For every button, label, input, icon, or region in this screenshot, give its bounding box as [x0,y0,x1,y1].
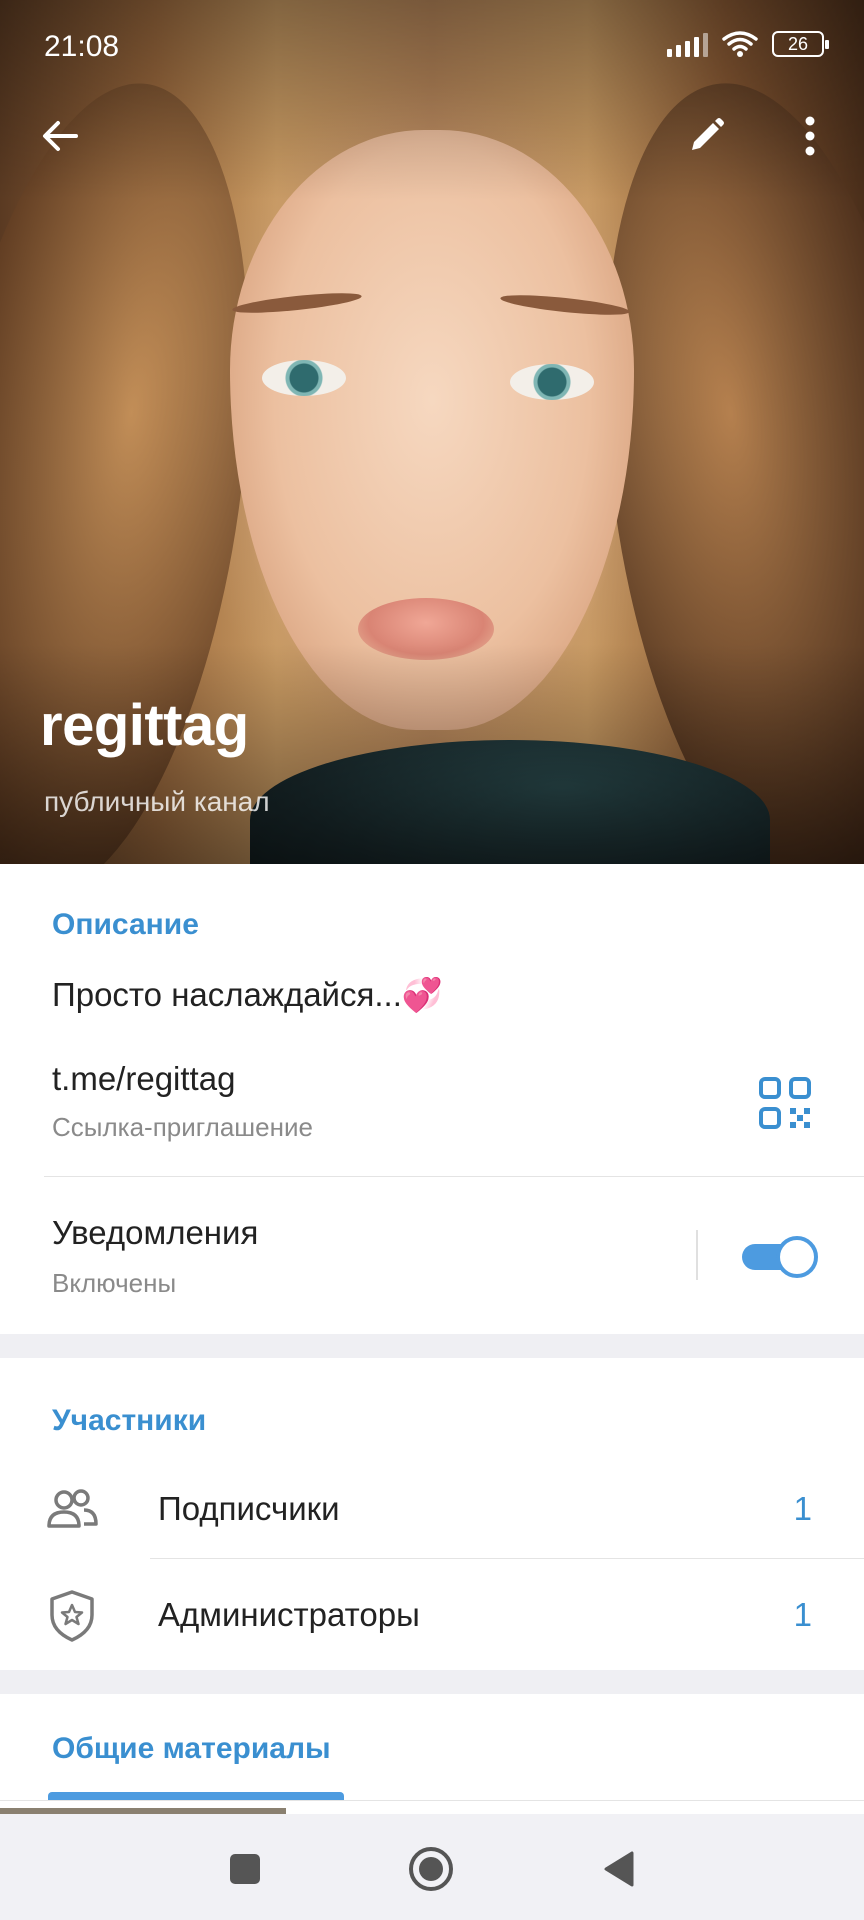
divider [0,1800,864,1801]
more-vertical-icon [805,116,815,156]
qr-code-icon [759,1077,811,1129]
more-options-button[interactable] [778,104,842,168]
invite-link-label: Ссылка-приглашение [52,1112,313,1142]
shared-media-title: Общие материалы [52,1732,331,1765]
description-section-title: Описание [52,908,199,941]
square-icon [230,1854,260,1884]
notifications-label: Уведомления [52,1214,259,1251]
divider [150,1558,864,1559]
people-icon [44,1482,100,1538]
members-section: Участники Подписчики 1 Администраторы 1 [0,1358,864,1670]
channel-type: публичный канал [44,786,270,817]
info-section: Описание Просто наслаждайся...💞 t.me/reg… [0,864,864,1334]
home-button[interactable] [404,1842,458,1896]
administrators-count: 1 [793,1596,812,1633]
edit-button[interactable] [674,104,738,168]
admin-shield-icon [44,1588,100,1644]
arrow-left-icon [43,121,78,151]
subscribers-label: Подписчики [158,1490,340,1527]
qr-code-button[interactable] [758,1076,812,1130]
status-bar: 21:08 26 [0,0,864,92]
photo-eye-left [262,360,346,396]
triangle-left-icon [604,1851,634,1887]
pencil-icon [692,118,724,150]
invite-link[interactable]: t.me/regittag [52,1060,235,1098]
channel-description[interactable]: Просто наслаждайся...💞 [52,976,443,1015]
toggle-knob [776,1236,818,1278]
recents-button[interactable] [218,1842,272,1896]
system-back-button[interactable] [592,1842,646,1896]
channel-name: regittag [40,693,249,758]
members-section-title: Участники [52,1404,207,1437]
administrators-row[interactable]: Администраторы 1 [0,1560,864,1670]
back-button[interactable] [28,104,92,168]
subscribers-count: 1 [793,1490,812,1527]
divider [44,1176,864,1177]
vertical-separator [696,1230,698,1280]
subscribers-row[interactable]: Подписчики 1 [0,1456,864,1566]
section-gap [0,1670,864,1694]
section-gap [0,1334,864,1358]
signal-icon [667,31,708,57]
shared-media-tab-indicator[interactable] [48,1792,344,1800]
circle-icon [409,1847,453,1891]
battery-icon: 26 [772,31,829,57]
status-icons: 26 [667,30,829,58]
system-nav-bar [0,1814,864,1920]
administrators-label: Администраторы [158,1596,420,1633]
notifications-status: Включены [52,1268,177,1298]
status-time: 21:08 [44,30,120,63]
wifi-icon [722,31,758,57]
photo-eye-right [510,364,594,400]
shared-media-section: Общие материалы [0,1694,864,1814]
notifications-toggle[interactable] [742,1234,818,1278]
